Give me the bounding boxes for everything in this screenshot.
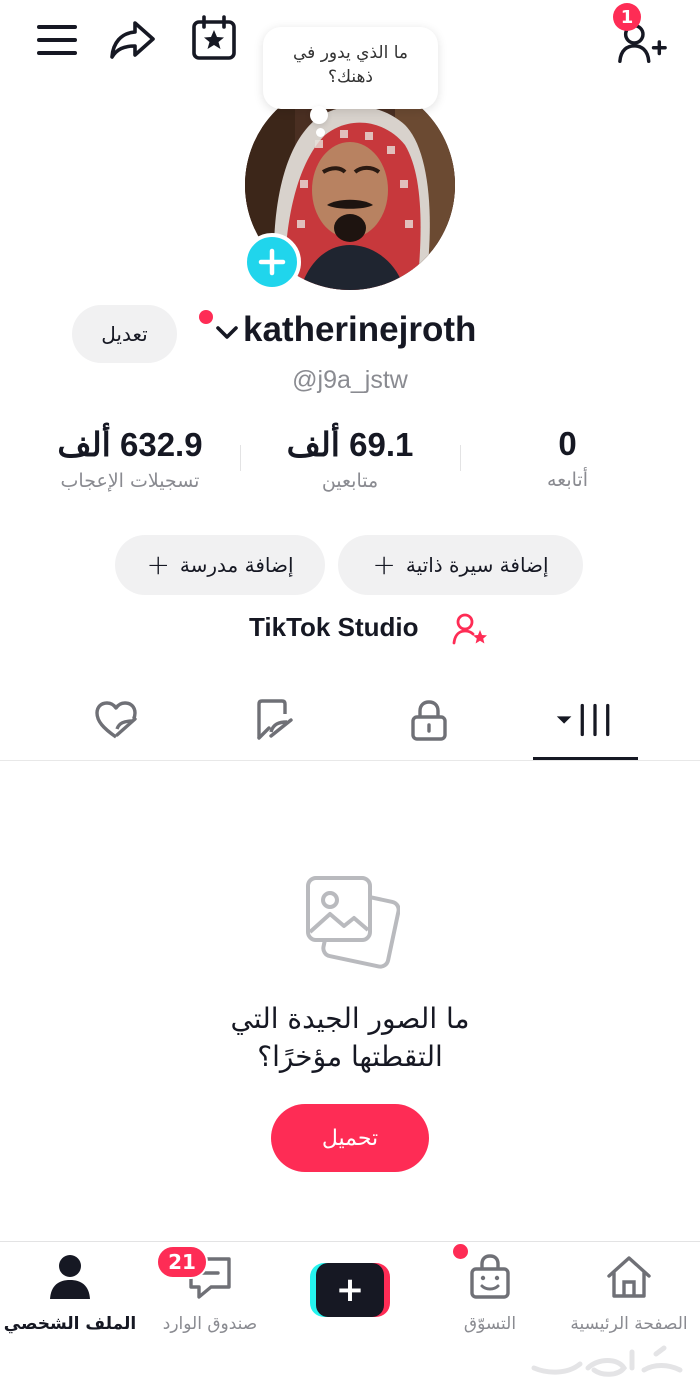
inbox-badge: 21 <box>156 1245 208 1279</box>
bubble-dot <box>316 128 325 137</box>
profile-icon <box>45 1252 95 1302</box>
nav-home-label: الصفحة الرئيسية <box>570 1314 688 1334</box>
add-bio-label: إضافة سيرة ذاتية <box>405 553 549 577</box>
calendar-star-icon[interactable] <box>189 13 239 63</box>
empty-state-line1: ما الصور الجيدة التي <box>230 1002 470 1035</box>
upload-button[interactable]: تحميل <box>271 1104 429 1172</box>
stat-divider <box>460 445 461 471</box>
tiktok-studio-link[interactable]: TikTok Studio <box>249 612 418 643</box>
stat-followers-value: 69.1 ألف <box>286 426 414 463</box>
empty-state-line2: التقطتها مؤخرًا؟ <box>257 1040 443 1073</box>
nav-profile[interactable]: الملف الشخصي <box>0 1250 140 1350</box>
nav-shop-label: التسوّق <box>463 1314 517 1334</box>
add-photo-button[interactable] <box>243 233 301 291</box>
creator-star-icon[interactable] <box>452 612 488 646</box>
nav-inbox-label: صندوق الوارد <box>162 1314 258 1334</box>
user-handle: @j9a_jstw <box>292 366 408 394</box>
stat-divider <box>240 445 241 471</box>
tab-liked[interactable] <box>86 690 146 750</box>
stat-following[interactable]: 0 أتابعه <box>500 425 635 491</box>
stat-following-value: 0 <box>558 425 577 462</box>
stat-likes-label: تسجيلات الإعجاب <box>60 470 200 492</box>
edit-profile-button[interactable]: تعديل <box>72 305 177 363</box>
shopping-bag-icon <box>465 1252 515 1302</box>
plus-icon: + <box>146 548 170 581</box>
tab-private[interactable] <box>399 690 459 750</box>
menu-icon[interactable] <box>32 15 82 65</box>
photos-icon <box>300 870 401 970</box>
tab-divider <box>0 760 700 761</box>
nav-home[interactable]: الصفحة الرئيسية <box>559 1250 699 1350</box>
create-button[interactable]: + <box>310 1263 390 1317</box>
plus-icon: + <box>372 548 396 581</box>
nav-profile-label: الملف الشخصي <box>3 1314 137 1334</box>
bubble-tail <box>310 106 328 124</box>
status-bubble[interactable]: ما الذي يدور في ذهنك؟ <box>263 27 438 109</box>
share-icon[interactable] <box>108 15 158 65</box>
stat-following-label: أتابعه <box>547 469 588 491</box>
bottom-nav-divider <box>0 1241 700 1242</box>
add-school-button[interactable]: + إضافة مدرسة <box>115 535 325 595</box>
watermark-logo <box>528 1338 688 1382</box>
plus-icon: + <box>316 1263 384 1317</box>
notification-badge: 1 <box>613 3 641 31</box>
chevron-down-icon[interactable] <box>213 321 241 345</box>
nav-shop[interactable]: التسوّق <box>420 1250 560 1350</box>
tab-videos[interactable] <box>555 690 615 750</box>
tab-reposts[interactable] <box>243 690 303 750</box>
empty-state-message: ما الصور الجيدة التي التقطتها مؤخرًا؟ <box>0 1000 700 1076</box>
status-bubble-line2: ذهنك؟ <box>327 67 373 87</box>
add-bio-button[interactable]: + إضافة سيرة ذاتية <box>338 535 583 595</box>
stat-followers-label: متابعين <box>321 470 379 492</box>
stat-followers[interactable]: 69.1 ألف متابعين <box>255 425 445 492</box>
stat-likes[interactable]: 632.9 ألف تسجيلات الإعجاب <box>25 425 235 492</box>
status-bubble-line1: ما الذي يدور في <box>293 43 408 63</box>
home-icon <box>604 1252 654 1302</box>
username[interactable]: katherinejroth <box>243 310 476 350</box>
shop-notification-dot <box>453 1244 468 1259</box>
stat-likes-value: 632.9 ألف <box>57 426 203 463</box>
account-switch-dot <box>199 310 213 324</box>
add-school-label: إضافة مدرسة <box>179 553 294 577</box>
